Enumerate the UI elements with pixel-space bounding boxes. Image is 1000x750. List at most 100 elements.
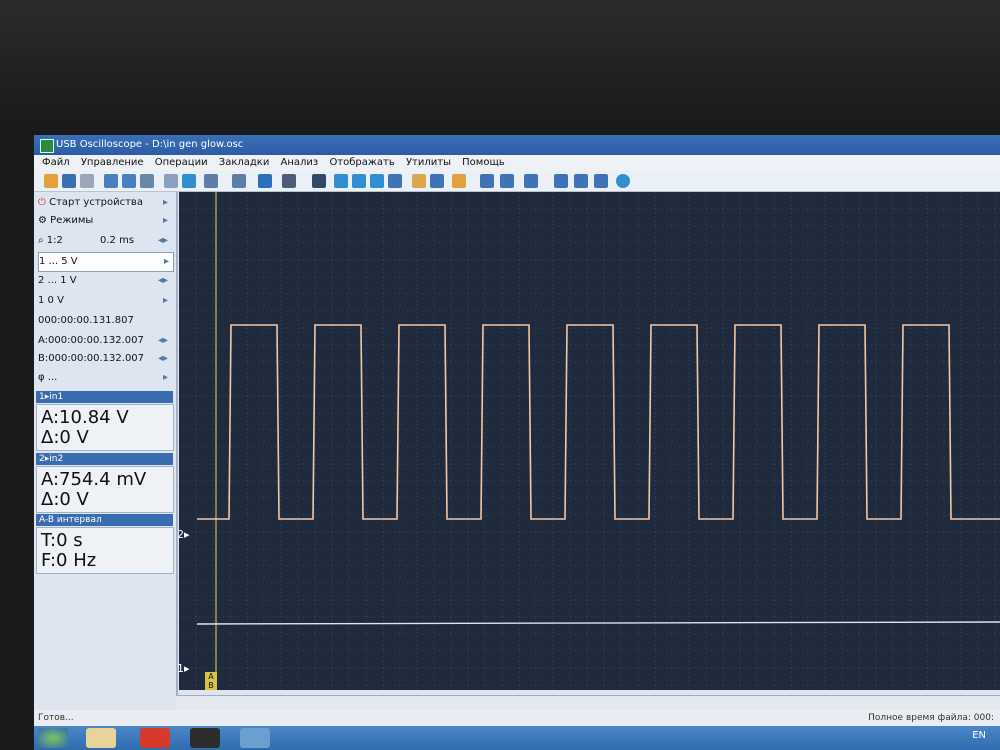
channel1-spin-icon: ▸ [163,256,169,267]
ground-icon[interactable] [164,174,178,188]
horizontal-scrollbar[interactable] [176,695,1000,710]
modes-label: Режимы [50,215,94,226]
screen: USB Oscilloscope - D:\in gen glow.osc Фа… [34,135,1000,750]
toolbar [34,171,1000,192]
start-button[interactable] [38,728,68,748]
chevron-right-icon: ▸ [162,295,168,306]
phase-row[interactable]: φ ... ▸ [38,369,172,387]
taskbar: EN [34,726,1000,750]
x-window-icon[interactable] [594,174,608,188]
meas1-header: 1▸in1 [36,391,173,403]
zoom-timebase-row[interactable]: ⌕ 1:2 0.2 ms ◂▸ [38,232,172,250]
trigger-edge-icon[interactable] [232,174,246,188]
chevron-right-icon: ▸ [162,372,168,383]
check-double-icon[interactable] [370,174,384,188]
menu-bar: Файл Управление Операции Закладки Анализ… [34,155,1000,171]
menu-file[interactable]: Файл [42,157,70,168]
meas1-delta-value: Δ:0 V [41,427,89,448]
meas2-header: 2▸in2 [36,453,173,465]
display-mode-icon[interactable] [282,174,296,188]
export-icon[interactable] [140,174,154,188]
modes-item[interactable]: ⚙ Режимы ▸ [38,212,172,230]
channel1-label: 1 ... 5 V [39,256,78,267]
cursor-time-value: 000:00:00.131.807 [38,315,134,326]
language-indicator[interactable]: EN [972,730,986,741]
in1-waveform [197,324,1000,520]
bus-icon[interactable] [182,174,196,188]
step-icon[interactable] [480,174,494,188]
meas1-box: A:10.84 V Δ:0 V [36,404,174,451]
menu-bookmarks[interactable]: Закладки [219,157,270,168]
status-left: Готов... [38,713,74,723]
status-right: Полное время файла: 000: [868,713,994,723]
menu-display[interactable]: Отображать [329,157,394,168]
meas1-a-value: A:10.84 V [41,407,129,428]
check-down-icon[interactable] [352,174,366,188]
window-title: USB Oscilloscope - D:\in gen glow.osc [56,139,244,150]
pdf-taskbar-icon[interactable] [140,728,170,748]
cursor-a-row[interactable]: A:000:00:00.132.007 ◂▸ [38,332,172,350]
table-icon[interactable] [430,174,444,188]
trigger-settings[interactable]: 1 0 V ▸ [38,292,172,310]
title-bar: USB Oscilloscope - D:\in gen glow.osc [34,135,1000,155]
arrows-icon: ◂▸ [157,353,168,364]
page-icon[interactable] [388,174,402,188]
control-panel: ⏻ Старт устройства ▸ ⚙ Режимы ▸ ⌕ 1:2 0.… [34,192,178,702]
explorer-taskbar-icon[interactable] [86,728,116,748]
interval-f-value: F:0 Hz [41,550,97,571]
cursor-b-row[interactable]: B:000:00:00.132.007 ◂▸ [38,350,172,368]
trigger-mode-icon[interactable] [204,174,218,188]
start-device-item[interactable]: ⏻ Старт устройства ▸ [38,194,172,212]
interval-t-value: T:0 s [41,530,83,551]
zoom-value: 1:2 [46,235,63,246]
undo-icon[interactable] [258,174,272,188]
meas2-a-value: A:754.4 mV [41,469,147,490]
monitor-bezel-top [0,0,1000,135]
channel1-settings[interactable]: 1 ... 5 V ▸ [38,252,174,272]
plot-canvas [179,192,1000,690]
menu-operations[interactable]: Операции [155,157,208,168]
arrows-icon: ◂▸ [157,335,168,346]
channel2-settings[interactable]: 2 ... 1 V ◂▸ [38,272,172,290]
help-icon[interactable] [616,174,630,188]
cursor-time-row[interactable]: 000:00:00.131.807 [38,312,172,330]
menu-utilities[interactable]: Утилиты [406,157,451,168]
save-icon[interactable] [62,174,76,188]
menu-help[interactable]: Помощь [462,157,505,168]
oscilloscope-plot[interactable]: 2▸ 1▸ A B [177,192,1000,690]
cursor-ab-label[interactable]: A B [205,672,217,690]
meas2-delta-value: Δ:0 V [41,489,89,510]
interval-header: A-B интервал [36,514,173,526]
arrows-icon: ◂▸ [157,275,168,286]
meas2-box: A:754.4 mV Δ:0 V [36,466,174,513]
start-device-label: Старт устройства [49,197,143,208]
copy-icon[interactable] [104,174,118,188]
power-icon: ⏻ [38,197,46,208]
channels-icon[interactable] [524,174,538,188]
menu-control[interactable]: Управление [81,157,144,168]
print-icon[interactable] [80,174,94,188]
folder-icon[interactable] [452,174,466,188]
grid-icon[interactable] [412,174,426,188]
oscilloscope-taskbar-icon[interactable] [240,728,270,748]
open-icon[interactable] [44,174,58,188]
in2-waveform [196,621,1000,625]
window2-icon[interactable] [574,174,588,188]
timebase-value: 0.2 ms [100,235,135,246]
trigger-label: 1 0 V [38,295,64,306]
window-icon[interactable] [554,174,568,188]
channel2-label: 2 ... 1 V [38,275,77,286]
close-view-icon[interactable] [312,174,326,188]
cursor-a-value: A:000:00:00.132.007 [38,335,144,346]
paste-icon[interactable] [122,174,136,188]
interval-box: T:0 s F:0 Hz [36,527,174,574]
zoom-icon: ⌕ [38,235,44,246]
app-icon [40,139,54,153]
check-icon[interactable] [334,174,348,188]
menu-analysis[interactable]: Анализ [281,157,319,168]
power-app-taskbar-icon[interactable] [190,728,220,748]
ch2-marker: 2▸ [177,528,190,541]
chevron-right-icon: ▸ [162,197,168,208]
monitor-bezel-left [0,135,34,750]
stop-icon[interactable] [500,174,514,188]
